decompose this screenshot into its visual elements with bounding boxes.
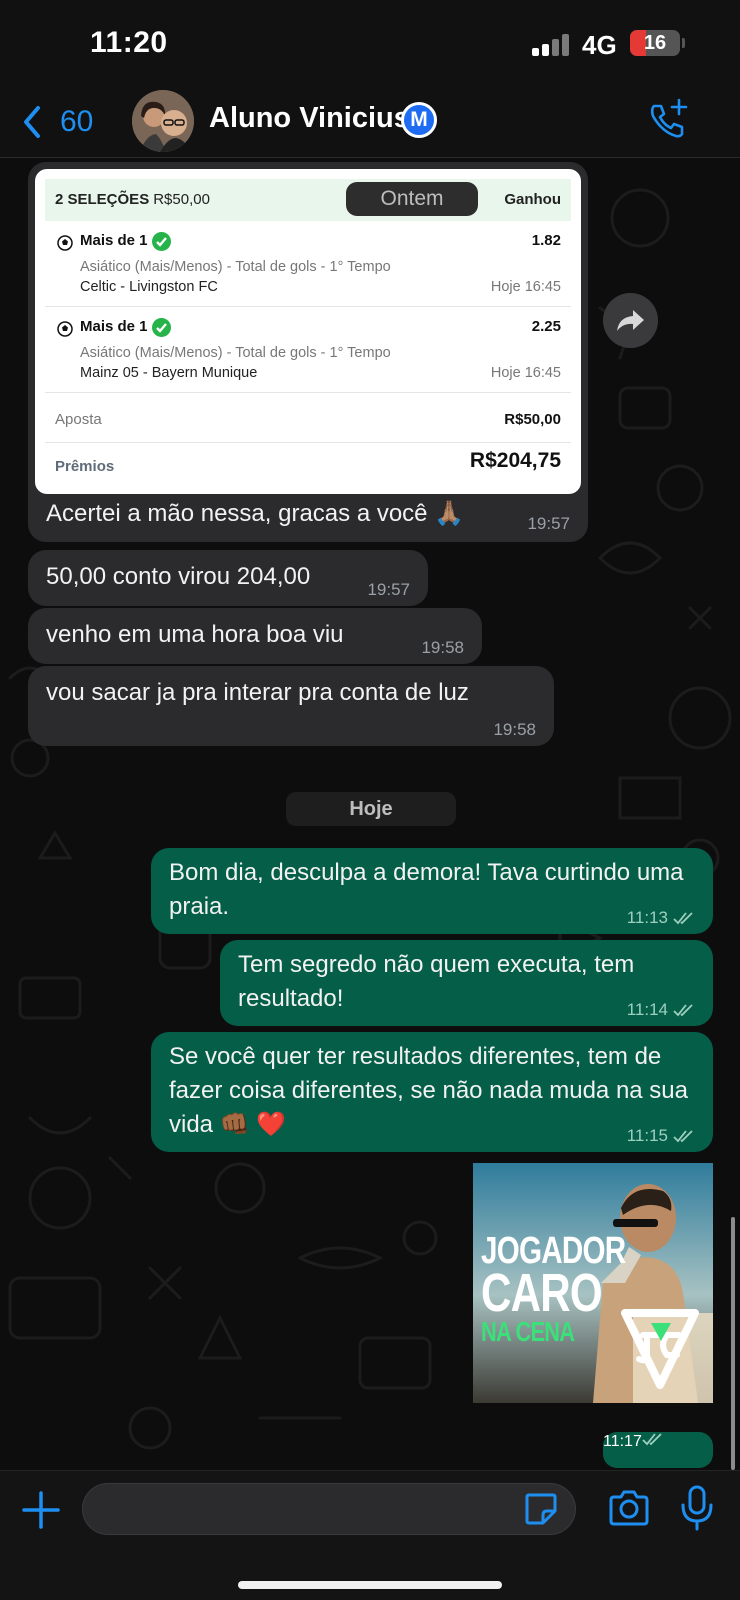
date-divider: Hoje — [286, 792, 456, 826]
verified-badge-icon: M — [401, 102, 437, 138]
leg-match: Mainz 05 - Bayern Munique — [80, 365, 258, 381]
message-text: Se você quer ter resultados diferentes, … — [169, 1043, 688, 1138]
message-time: 19:57 — [527, 514, 570, 533]
back-button[interactable]: 60 — [20, 98, 93, 146]
leg-market: Asiático (Mais/Menos) - Total de gols - … — [80, 259, 391, 275]
forward-icon[interactable] — [603, 293, 658, 348]
battery-level: 16 — [643, 32, 667, 54]
sticker-icon[interactable] — [523, 1491, 559, 1527]
chat-header: 60 Aluno Vinicius M — [0, 88, 740, 158]
message-time: 11:14 — [626, 1000, 668, 1019]
bet-summary: 2 SELEÇÕES R$50,00 Ganhou — [45, 179, 571, 221]
double-check-icon — [673, 912, 693, 925]
image-line-2: CARO — [481, 1263, 603, 1323]
battery-tip — [682, 38, 685, 48]
message-time: 11:15 — [626, 1126, 668, 1145]
status-time: 11:20 — [90, 26, 168, 59]
date-overlay: Ontem — [346, 182, 478, 216]
outgoing-message[interactable]: Tem segredo não quem executa, tem result… — [220, 940, 713, 1026]
leg-time: Hoje 16:45 — [490, 365, 561, 381]
status-bar: 11:20 4G 16 — [0, 0, 740, 88]
brand-logo-icon: JC — [621, 1309, 699, 1392]
bet-leg: Mais de 1 2.25 Asiático (Mais/Menos) - T… — [45, 307, 571, 393]
call-add-icon[interactable] — [646, 98, 690, 142]
check-icon — [152, 318, 171, 337]
message-input[interactable] — [82, 1483, 576, 1535]
message-text: Acertei a mão nessa, gracas a você 🙏🏽 — [46, 500, 465, 527]
incoming-message[interactable]: vou sacar ja pra interar pra conta de lu… — [28, 666, 554, 746]
image-message[interactable]: JOGADOR CARO NA CENA JC — [473, 1163, 713, 1403]
bet-receipt-message[interactable]: 2 SELEÇÕES R$50,00 Ganhou Mais de 1 1.82 … — [28, 162, 588, 542]
svg-text:JC: JC — [660, 1390, 662, 1392]
battery-icon: 16 — [630, 30, 680, 56]
outgoing-message[interactable]: Bom dia, desculpa a demora! Tava curtind… — [151, 848, 713, 934]
camera-icon[interactable] — [607, 1487, 651, 1531]
microphone-icon[interactable] — [679, 1485, 715, 1531]
selections-amount: R$50,00 — [153, 191, 210, 208]
leg-match: Celtic - Livingston FC — [80, 279, 218, 295]
message-time: 19:57 — [367, 580, 410, 599]
chat-area[interactable]: 2 SELEÇÕES R$50,00 Ganhou Mais de 1 1.82 … — [0, 158, 740, 1470]
double-check-icon — [673, 1130, 693, 1143]
soccer-ball-icon — [57, 321, 73, 337]
stake-label: Aposta — [55, 411, 102, 428]
leg-time: Hoje 16:45 — [490, 279, 561, 295]
soccer-ball-icon — [57, 235, 73, 251]
plus-icon[interactable] — [20, 1489, 62, 1531]
avatar[interactable] — [132, 90, 194, 152]
double-check-icon — [673, 1004, 693, 1017]
message-text: vou sacar ja pra interar pra conta de lu… — [46, 679, 469, 706]
image-message-status: 11:17 — [603, 1432, 713, 1468]
scrollbar[interactable] — [731, 1217, 735, 1470]
outgoing-message[interactable]: Se você quer ter resultados diferentes, … — [151, 1032, 713, 1152]
leg-market: Asiático (Mais/Menos) - Total de gols - … — [80, 345, 391, 361]
double-check-icon — [642, 1433, 662, 1446]
incoming-message[interactable]: venho em uma hora boa viu 19:58 — [28, 608, 482, 664]
bet-receipt-card[interactable]: 2 SELEÇÕES R$50,00 Ganhou Mais de 1 1.82 … — [35, 169, 581, 494]
prize-value: R$204,75 — [469, 449, 561, 472]
unread-count: 60 — [60, 105, 94, 138]
composer-bar — [0, 1470, 740, 1600]
incoming-message[interactable]: 50,00 conto virou 204,00 19:57 — [28, 550, 428, 606]
leg-odd: 2.25 — [531, 318, 561, 335]
contact-name[interactable]: Aluno Vinicius — [209, 102, 410, 135]
stake-row: Aposta R$50,00 — [45, 399, 571, 443]
image-line-3: NA CENA — [481, 1316, 575, 1347]
leg-title: Mais de 1 — [80, 232, 148, 249]
message-time: 11:13 — [626, 908, 668, 927]
leg-title: Mais de 1 — [80, 318, 148, 335]
message-text: Bom dia, desculpa a demora! Tava curtind… — [169, 859, 684, 920]
home-indicator[interactable] — [238, 1581, 502, 1589]
check-icon — [152, 232, 171, 251]
message-text: venho em uma hora boa viu — [46, 621, 344, 648]
bet-leg: Mais de 1 1.82 Asiático (Mais/Menos) - T… — [45, 221, 571, 307]
prize-label: Prêmios — [55, 458, 115, 475]
message-time: 19:58 — [493, 720, 536, 739]
back-chevron-icon — [24, 106, 40, 138]
signal-icon — [532, 32, 572, 56]
message-time: 11:17 — [603, 1433, 642, 1450]
stake-value: R$50,00 — [504, 411, 561, 428]
bet-result: Ganhou — [504, 191, 561, 208]
message-text: 50,00 conto virou 204,00 — [46, 563, 311, 590]
message-time: 19:58 — [421, 638, 464, 657]
leg-odd: 1.82 — [531, 232, 561, 249]
selections-label: 2 SELEÇÕES — [55, 191, 150, 208]
network-type: 4G — [582, 30, 617, 60]
